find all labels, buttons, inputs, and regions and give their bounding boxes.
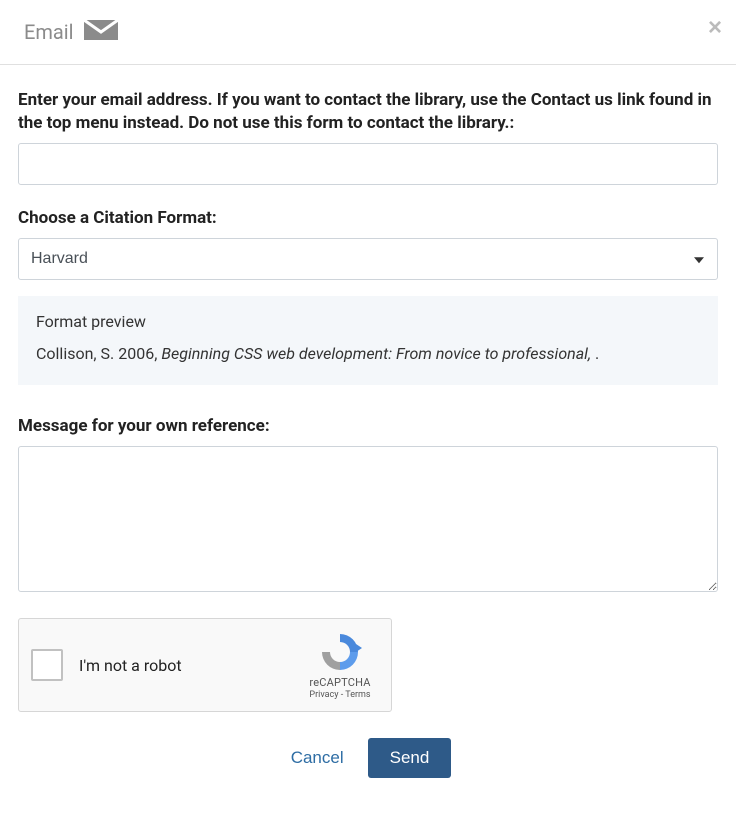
citation-author-year: Collison, S. 2006, bbox=[36, 344, 161, 363]
recaptcha-widget: I'm not a robot reCAPTCHA Privacy - Term… bbox=[18, 618, 392, 712]
citation-title: Beginning CSS web development: From novi… bbox=[161, 344, 595, 363]
email-icon bbox=[84, 18, 118, 46]
citation-format-label: Choose a Citation Format: bbox=[18, 207, 718, 230]
citation-format-group: Choose a Citation Format: Harvard bbox=[18, 207, 718, 280]
email-input[interactable] bbox=[18, 143, 718, 185]
modal-footer: Cancel Send bbox=[18, 738, 718, 798]
recaptcha-privacy-link[interactable]: Privacy bbox=[309, 690, 338, 700]
format-preview-label: Format preview bbox=[36, 312, 700, 331]
modal-header: Email × bbox=[0, 0, 736, 65]
message-group: Message for your own reference: bbox=[18, 415, 718, 596]
citation-select-wrapper: Harvard bbox=[18, 238, 718, 280]
send-button[interactable]: Send bbox=[368, 738, 452, 778]
email-group: Enter your email address. If you want to… bbox=[18, 89, 718, 185]
recaptcha-terms-link[interactable]: Terms bbox=[345, 690, 370, 700]
recaptcha-checkbox[interactable] bbox=[31, 649, 63, 681]
email-label: Enter your email address. If you want to… bbox=[18, 89, 718, 135]
cancel-button[interactable]: Cancel bbox=[285, 740, 350, 776]
recaptcha-branding: reCAPTCHA Privacy - Terms bbox=[301, 630, 379, 700]
recaptcha-label: I'm not a robot bbox=[79, 656, 301, 675]
recaptcha-icon bbox=[318, 630, 362, 674]
message-textarea[interactable] bbox=[18, 446, 718, 592]
close-button[interactable]: × bbox=[708, 16, 722, 40]
citation-tail: . bbox=[595, 344, 599, 363]
modal-body: Enter your email address. If you want to… bbox=[0, 65, 736, 818]
message-label: Message for your own reference: bbox=[18, 415, 718, 438]
citation-format-select[interactable]: Harvard bbox=[18, 238, 718, 280]
format-preview-box: Format preview Collison, S. 2006, Beginn… bbox=[18, 296, 718, 385]
citation-preview-text: Collison, S. 2006, Beginning CSS web dev… bbox=[36, 343, 700, 365]
recaptcha-links: Privacy - Terms bbox=[309, 690, 370, 700]
modal-title: Email bbox=[24, 20, 74, 44]
recaptcha-brand-text: reCAPTCHA bbox=[309, 676, 370, 689]
